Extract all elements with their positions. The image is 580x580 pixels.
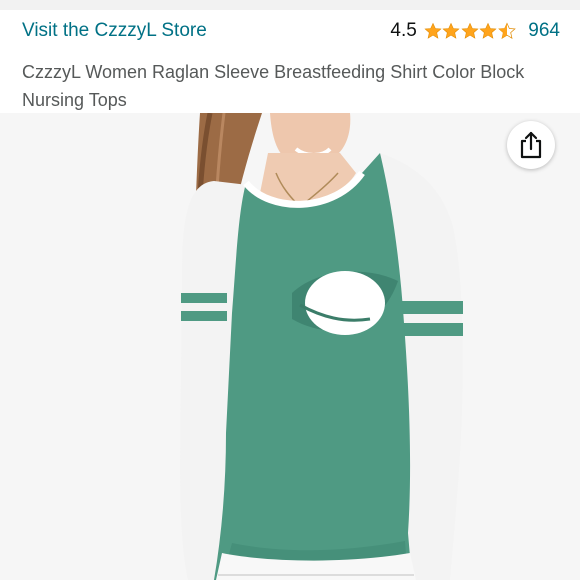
share-icon xyxy=(520,131,542,159)
product-title: CzzzyL Women Raglan Sleeve Breastfeeding… xyxy=(22,62,525,110)
star-icon xyxy=(442,22,460,39)
star-icon xyxy=(424,22,442,39)
rating-stars xyxy=(424,22,517,40)
rating-value: 4.5 xyxy=(390,20,417,41)
half-star-icon xyxy=(497,22,516,39)
rating-count[interactable]: 964 xyxy=(528,20,560,42)
rating-summary[interactable]: 4.5 964 xyxy=(390,19,560,43)
visit-store-link[interactable]: Visit the CzzzyL Store xyxy=(22,20,207,42)
star-icon xyxy=(461,22,479,39)
share-button[interactable] xyxy=(507,121,555,169)
product-photo xyxy=(0,113,580,580)
star-icon xyxy=(479,22,497,39)
top-strip xyxy=(0,0,580,10)
product-header: Visit the CzzzyL Store 4.5 964 xyxy=(0,10,580,56)
product-image[interactable] xyxy=(0,113,580,580)
